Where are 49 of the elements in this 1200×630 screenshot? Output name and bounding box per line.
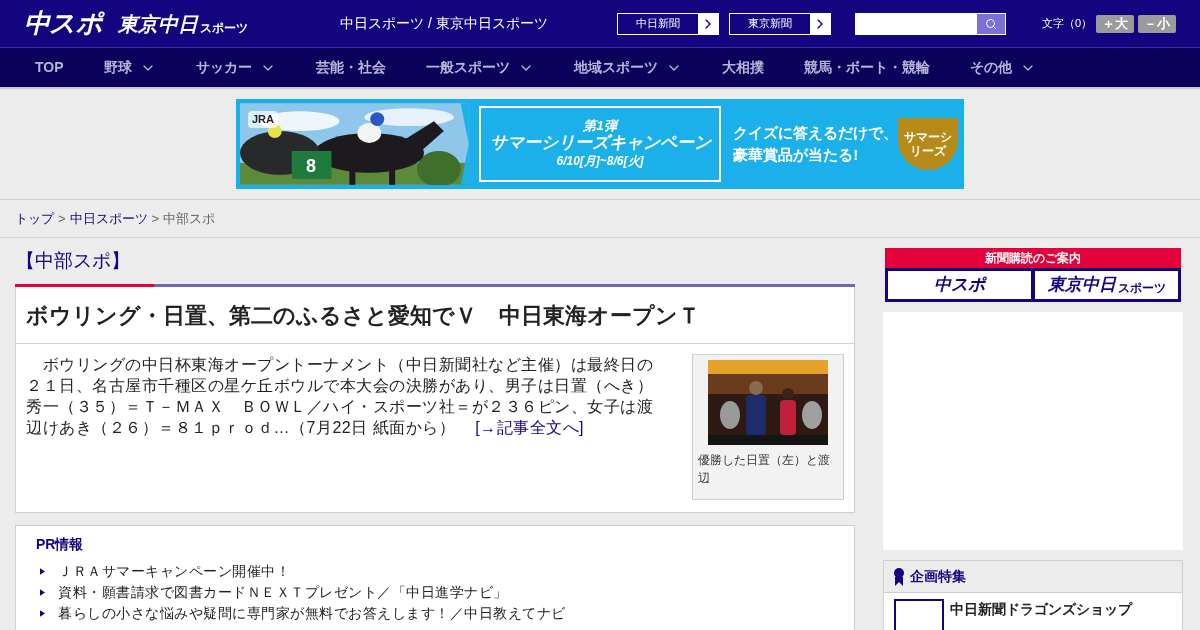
nav-item[interactable]: 競馬・ボート・競輪: [803, 57, 930, 78]
campaign-title: サマーシリーズキャンペーン: [489, 132, 711, 154]
bullet-icon: [40, 610, 45, 617]
nav-item[interactable]: その他: [969, 57, 1036, 78]
article-headline: ボウリング・日置、第二のふるさと愛知でＶ 中日東海オープンＴ: [16, 287, 854, 344]
bullet-icon: [40, 589, 45, 596]
newspaper-link[interactable]: 中日新聞: [616, 12, 719, 35]
article-summary: ボウリングの中日杯東海オープントーナメント（中日新聞社など主催）は最終日の２１日、名古屋市千種区の星ケ丘ボウルで本大会の決勝があり、男子は日置（へき）秀一（３５）＝Ｔ－ＭＡＸ ＢＯＷＬ／ハイ・スポーツ社＝が２３６ピン、女子は渡辺けあき（２６）＝８１ｐｒｏｄ…（7月22日 紙面から） [→記事全文へ]: [26, 355, 654, 438]
nav-item[interactable]: 地域スポーツ: [573, 57, 682, 78]
campaign-pitch: 豪華賞品が当たる!: [733, 145, 860, 165]
breadcrumb-link[interactable]: トップ: [15, 208, 54, 229]
pr-link[interactable]: 資料・願書請求で図書カードＮＥＸＴプレゼント／「中日進学ナビ」: [58, 582, 508, 603]
nav-item[interactable]: TOP: [35, 57, 64, 78]
site-logo[interactable]: 東京中日スポーツ: [118, 8, 249, 39]
pr-link[interactable]: 暮らしの小さな悩みや疑問に専門家が無料でお答えします！／中日教えてナビ: [58, 603, 566, 624]
feature-link[interactable]: 中日新聞ドラゴンズショップ: [950, 599, 1132, 630]
newspaper-link[interactable]: 東京新聞: [728, 12, 831, 35]
breadcrumb-separator: >: [58, 209, 66, 228]
campaign-banner[interactable]: JRA 8 第1弾 サマーシリーズキャンペーン 6/10[月]~8/6[火] クイズに答えるだけで、 豪華賞品が当たる! サマーシリーズ: [236, 99, 964, 189]
search-field[interactable]: [854, 12, 1006, 35]
brand-logo: JRA: [248, 111, 278, 128]
section-title: 【中部スポ】: [15, 249, 131, 273]
site-tagline: 中日スポーツ / 東京中日スポーツ: [340, 14, 548, 33]
site-logo[interactable]: 中スポ: [24, 4, 103, 43]
font-size-label: 文字（0）: [1041, 16, 1092, 32]
nav-item[interactable]: サッカー: [195, 57, 276, 78]
bullet-icon: [40, 568, 45, 575]
campaign-dates: 6/10[月]~8/6[火]: [556, 153, 644, 169]
breadcrumb-current: 中部スポ: [163, 209, 216, 228]
breadcrumb-link[interactable]: 中日スポーツ: [69, 208, 148, 229]
full-article-link[interactable]: [→記事全文へ]: [475, 419, 585, 436]
campaign-round: 第1弾: [583, 119, 617, 133]
saddle-number: 8: [306, 155, 316, 178]
subscription-button[interactable]: 中スポ: [888, 271, 1031, 299]
breadcrumb-separator: >: [151, 209, 160, 228]
nav-item[interactable]: 野球: [103, 57, 156, 78]
search-icon: [984, 17, 997, 30]
nav-item[interactable]: 芸能・社会: [315, 57, 386, 78]
nav-item[interactable]: 一般スポーツ: [425, 57, 534, 78]
pr-link[interactable]: ＪＲＡサマーキャンペーン開催中！: [58, 561, 290, 582]
pr-title: PR情報: [36, 535, 85, 554]
subscription-title: 新聞購読のご案内: [885, 248, 1181, 268]
photo-caption: 優勝した日置（左）と渡辺: [698, 452, 831, 487]
feature-title: 企画特集: [910, 567, 966, 586]
nav-item[interactable]: 大相撲: [721, 57, 764, 78]
search-button[interactable]: [976, 13, 1005, 34]
campaign-pitch: クイズに答えるだけで、: [733, 123, 899, 143]
trophy-badge: サマーシリーズ: [898, 118, 958, 170]
award-icon: [894, 567, 904, 586]
